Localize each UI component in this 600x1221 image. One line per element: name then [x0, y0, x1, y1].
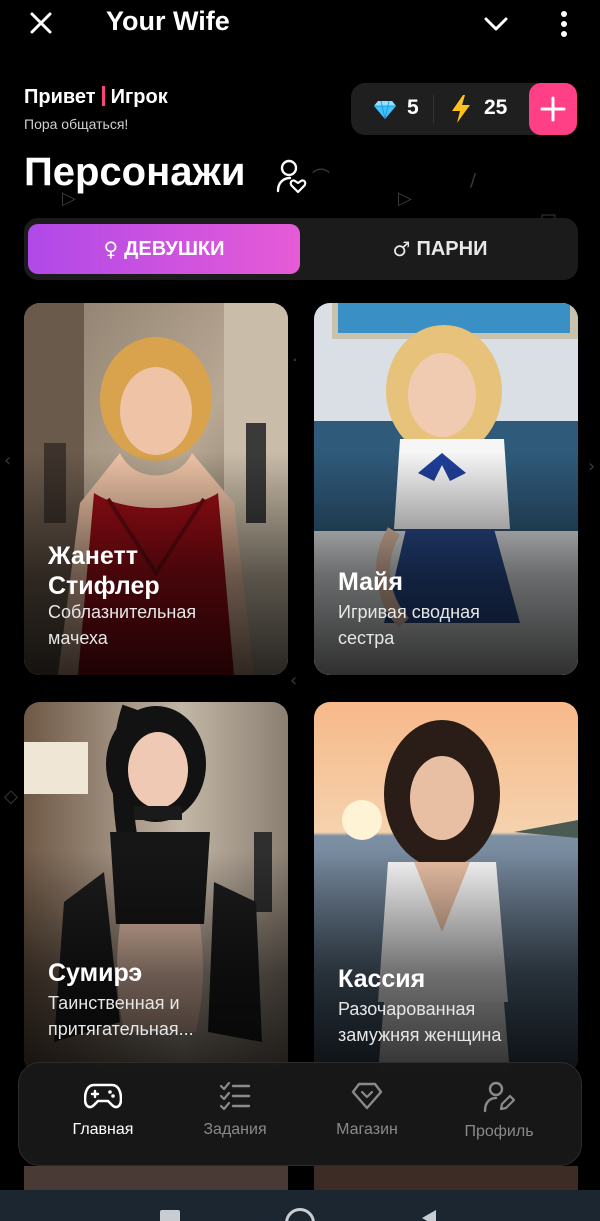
character-description: Игривая сводная сестра	[338, 599, 566, 651]
plus-icon	[540, 96, 566, 122]
tab-label: ДЕВУШКИ	[124, 237, 225, 260]
nav-tasks[interactable]: Задания	[175, 1081, 295, 1139]
desc-line: мачеха	[48, 628, 108, 648]
desc-line: Соблазнительная	[48, 602, 197, 622]
background-doodle: ▷	[398, 188, 412, 209]
desc-line: Игривая сводная	[338, 602, 480, 622]
background-doodle: ‹	[290, 670, 298, 691]
greeting-divider	[101, 86, 105, 106]
system-navigation-bar	[0, 1190, 600, 1221]
female-icon: ♀	[103, 237, 119, 261]
character-name: Сумирэ	[48, 958, 142, 988]
background-doodle: ‹	[4, 450, 12, 471]
greeting-hello: Привет	[24, 86, 96, 108]
nav-label: Задания	[203, 1121, 267, 1138]
nav-home[interactable]: Главная	[43, 1081, 163, 1139]
next-card-peek	[314, 1166, 578, 1192]
nav-shop[interactable]: Магазин	[307, 1081, 427, 1139]
recents-icon[interactable]	[160, 1210, 180, 1221]
nav-label: Главная	[72, 1121, 134, 1138]
home-icon[interactable]	[285, 1208, 315, 1221]
character-name: Кассия	[338, 964, 425, 994]
next-card-peek	[24, 1166, 288, 1192]
background-doodle: ◇	[4, 786, 18, 807]
character-description: Соблазнительная мачеха	[48, 599, 276, 651]
chevron-down-icon[interactable]	[480, 8, 512, 40]
diamond-icon	[374, 100, 396, 120]
desc-line: Разочарованная	[338, 999, 476, 1019]
gender-tabs: ♀ ДЕВУШКИ ♂ ПАРНИ	[24, 218, 578, 280]
user-heart-icon[interactable]	[276, 158, 308, 194]
character-description: Таинственная и притягательная...	[48, 990, 276, 1042]
name-line: Сумирэ	[48, 959, 143, 987]
lightning-icon	[452, 95, 470, 123]
nav-label: Профиль	[464, 1123, 534, 1140]
app-bar: Your Wife	[0, 0, 600, 48]
desc-line: Таинственная и	[48, 993, 180, 1013]
nav-label: Магазин	[336, 1121, 398, 1138]
name-line: Майя	[338, 568, 403, 596]
app-title: Your Wife	[106, 6, 230, 36]
checklist-icon	[219, 1081, 251, 1111]
currency-divider	[433, 95, 434, 123]
gamepad-icon	[84, 1083, 122, 1109]
background-doodle: ›	[588, 456, 596, 477]
greeting-subtitle: Пора общаться!	[24, 116, 129, 132]
greeting-username: Игрок	[110, 86, 168, 108]
desc-line: притягательная...	[48, 1019, 194, 1039]
close-icon[interactable]	[24, 6, 58, 40]
diamond-icon	[351, 1082, 383, 1110]
name-line: Стифлер	[48, 572, 160, 600]
energy-count: 25	[484, 96, 508, 119]
tab-label: ПАРНИ	[416, 237, 488, 260]
more-vertical-icon[interactable]	[552, 8, 576, 40]
desc-line: сестра	[338, 628, 395, 648]
page-title: Персонажи	[24, 150, 246, 194]
gems-count: 5	[407, 96, 419, 119]
tab-girls[interactable]: ♀ ДЕВУШКИ	[28, 224, 300, 274]
name-line: Кассия	[338, 965, 426, 993]
bottom-nav: Главная Задания Магазин Профиль	[18, 1062, 582, 1166]
character-name: Майя	[338, 567, 403, 597]
add-currency-button[interactable]	[529, 83, 577, 135]
character-card[interactable]: Кассия Разочарованная замужняя женщина	[314, 702, 578, 1074]
profile-icon	[483, 1081, 515, 1113]
male-icon: ♂	[392, 237, 411, 261]
character-card[interactable]: Сумирэ Таинственная и притягательная...	[24, 702, 288, 1074]
character-card[interactable]: Майя Игривая сводная сестра	[314, 303, 578, 675]
desc-line: замужняя женщина	[338, 1025, 502, 1045]
background-doodle: ⌒	[312, 168, 330, 189]
name-line: Жанетт	[48, 542, 138, 570]
tab-guys[interactable]: ♂ ПАРНИ	[306, 224, 574, 274]
nav-profile[interactable]: Профиль	[439, 1081, 559, 1141]
background-doodle: /	[470, 170, 477, 191]
background-doodle: ·	[292, 350, 298, 371]
character-card[interactable]: Жанетт Стифлер Соблазнительная мачеха	[24, 303, 288, 675]
back-icon[interactable]	[422, 1210, 436, 1221]
currency-pill: 5 25	[351, 83, 577, 135]
greeting: Привет Игрок	[24, 86, 168, 109]
character-description: Разочарованная замужняя женщина	[338, 996, 566, 1048]
character-name: Жанетт Стифлер	[48, 541, 160, 601]
